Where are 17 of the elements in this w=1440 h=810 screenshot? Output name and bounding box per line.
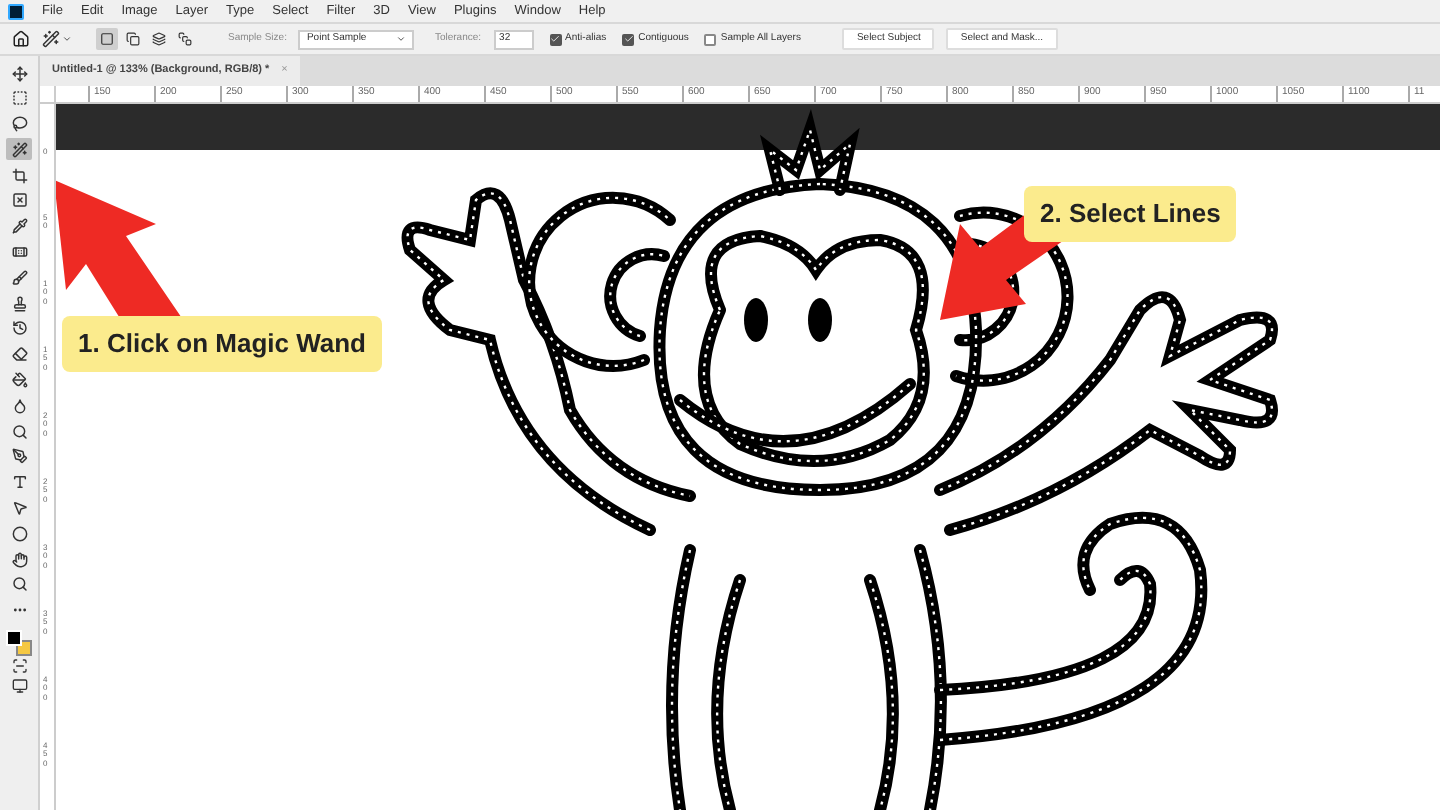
caret-icon[interactable] [62,34,72,44]
app-logo-icon[interactable] [8,3,24,19]
checkbox[interactable] [704,33,717,45]
screen-mode-icon[interactable] [11,678,27,695]
paint-bucket-icon[interactable] [6,369,32,392]
magic-wand-icon[interactable] [42,30,60,48]
callout: 1. Click on Magic Wand [62,316,382,371]
caret-icon [396,34,407,44]
intersect-selection-icon[interactable] [174,28,196,50]
callout: 2. Select Lines [1024,186,1237,241]
subtract-selection-icon[interactable] [148,28,170,50]
magic-wand-icon[interactable] [6,138,32,161]
home-icon[interactable] [12,30,30,48]
foreground-color-swatch[interactable] [5,629,21,646]
quick-mask-icon[interactable] [11,658,27,675]
add-selection-icon[interactable] [122,28,144,50]
new-selection-icon[interactable] [96,28,118,50]
